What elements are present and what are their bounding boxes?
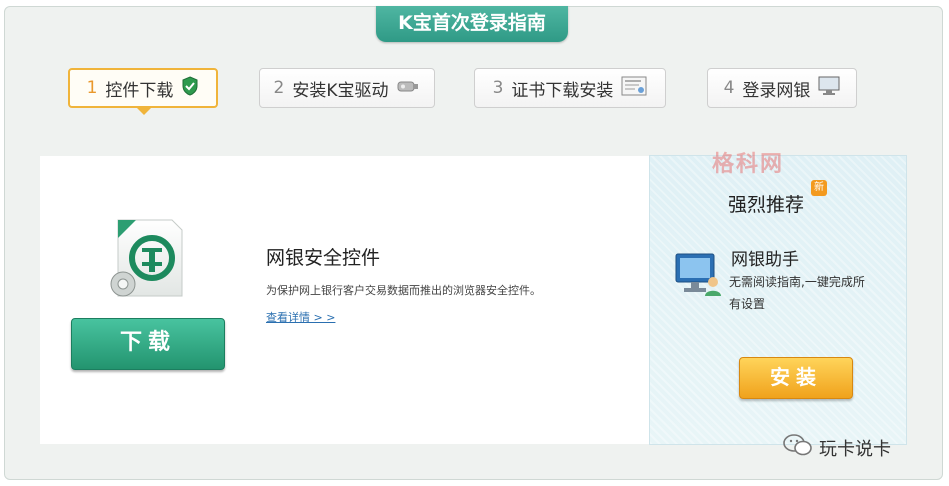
helper-description: 无需阅读指南,一键完成所有设置 [729, 275, 865, 311]
step-install-kbao-driver[interactable]: 2 安装K宝驱动 [259, 68, 435, 108]
watermark: 格科网 [712, 152, 785, 177]
monitor-icon [818, 76, 840, 101]
brand-name: 玩卡说卡 [819, 438, 891, 460]
recommend-title: 强烈推荐 [728, 194, 805, 216]
certificate-icon [621, 76, 647, 101]
active-step-arrow [137, 108, 151, 115]
step-label: 安装K宝驱动 [292, 80, 389, 101]
monitor-user-icon [674, 252, 722, 302]
step-number: 2 [273, 78, 285, 98]
step-certificate-download[interactable]: 3 证书下载安装 [474, 68, 666, 108]
shield-icon [181, 75, 199, 101]
wechat-icon [783, 433, 813, 462]
control-title: 网银安全控件 [266, 247, 381, 269]
page-title: K宝首次登录指南 [376, 6, 568, 42]
usb-key-icon [396, 78, 420, 99]
step-number: 3 [492, 78, 504, 98]
step-number: 4 [723, 78, 735, 98]
helper-title: 网银助手 [731, 250, 799, 270]
step-login-online-banking[interactable]: 4 登录网银 [707, 68, 857, 108]
brand-mark: 玩卡说卡 [783, 433, 891, 462]
new-badge: 新 [811, 180, 827, 196]
step-label: 证书下载安装 [511, 80, 614, 101]
abc-bank-security-icon [106, 218, 186, 306]
step-label: 控件下载 [105, 80, 174, 101]
step-number: 1 [86, 78, 98, 98]
view-details-link[interactable]: 查看详情 > > [266, 309, 335, 325]
download-button[interactable]: 下载 [71, 318, 225, 370]
control-description: 为保护网上银行客户交易数据而推出的浏览器安全控件。 [266, 284, 541, 297]
install-button[interactable]: 安装 [739, 357, 853, 399]
step-control-download[interactable]: 1 控件下载 [68, 68, 218, 108]
step-label: 登录网银 [742, 80, 811, 101]
